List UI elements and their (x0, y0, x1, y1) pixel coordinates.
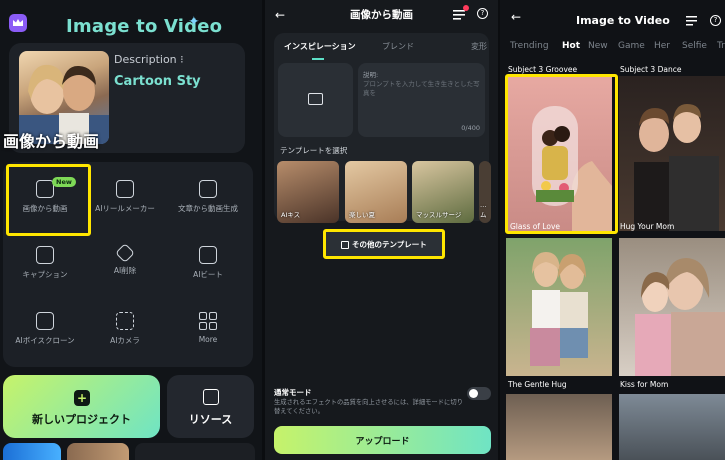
home-screen: Image to Video ✦ Description ⁝ Cartoon S… (0, 0, 262, 460)
resources-button[interactable]: リソース (167, 375, 254, 438)
template-icon (341, 241, 349, 249)
caption-icon (36, 246, 54, 264)
tool-text-to-video[interactable]: 文章から動画生成 (168, 180, 248, 214)
image-to-video-screen: ← 画像から動画 ? インスピレーション ブレンド 変形 説明: プロンプトを入… (265, 0, 498, 460)
eraser-icon (115, 243, 135, 263)
video-caption: The Gentle Hug (508, 380, 567, 389)
tool-voice-clone[interactable]: AIボイスクローン (5, 312, 85, 346)
more-grid-icon (199, 312, 217, 330)
tool-label: AIボイスクローン (15, 336, 75, 345)
char-counter: 0/400 (461, 124, 480, 132)
tool-label: AIカメラ (110, 336, 140, 345)
gallery-title: Image to Video (576, 14, 670, 27)
template-card[interactable]: …ム (479, 161, 491, 223)
tool-label: More (198, 335, 218, 344)
add-image-icon (308, 93, 323, 105)
category-her[interactable]: Her (654, 41, 670, 51)
templates-heading: テンプレートを選択 (280, 146, 348, 155)
text-to-video-icon (199, 180, 217, 198)
highlight-box (6, 164, 91, 236)
mode-toggle[interactable] (467, 387, 491, 400)
highlight-box (505, 74, 618, 234)
video-card[interactable] (619, 238, 725, 376)
new-project-button[interactable]: + 新しいプロジェクト (3, 375, 160, 438)
voice-clone-icon (36, 312, 54, 330)
sparkle-icon: ✦ (188, 14, 200, 30)
tool-reel-maker[interactable]: AIリールメーカー (85, 180, 165, 214)
template-label: 楽しい夏 (349, 211, 375, 219)
category-new[interactable]: New (588, 41, 608, 51)
upload-label: アップロード (355, 437, 410, 447)
video-card[interactable] (619, 394, 725, 460)
tool-ai-beat[interactable]: AIビート (168, 246, 248, 280)
tool-more[interactable]: More (168, 312, 248, 344)
reel-maker-icon (116, 180, 134, 198)
category-hot[interactable]: Hot (562, 41, 580, 51)
resources-icon (203, 389, 219, 405)
template-label: …ム (480, 201, 487, 219)
history-icon[interactable] (453, 9, 465, 20)
bottom-thumb[interactable] (135, 443, 255, 460)
mode-description: 生成されるエフェクトの品質を向上させるには、詳細モードに切り替えてください。 (274, 399, 463, 415)
tool-ai-erase[interactable]: AI削除 (85, 243, 165, 276)
prompt-input[interactable]: 説明: プロンプトを入力して生き生きとした写真を 0/400 (358, 63, 485, 137)
template-card[interactable]: マッスルサージ (412, 161, 474, 223)
toggle-knob (469, 389, 478, 398)
description-value: Cartoon Sty (114, 74, 201, 89)
resources-label: リソース (188, 413, 233, 426)
tool-label: AI削除 (113, 266, 137, 275)
tab-inspiration[interactable]: インスピレーション (284, 41, 356, 52)
history-icon[interactable] (686, 16, 697, 26)
category-trending[interactable]: Trending (510, 41, 549, 51)
templates-gallery-screen: ← Image to Video ? Trending Hot New Game… (500, 0, 725, 460)
help-icon[interactable]: ? (477, 8, 488, 19)
tool-label: AIリールメーカー (95, 204, 155, 213)
video-card[interactable] (506, 238, 612, 376)
bottom-thumb[interactable] (67, 443, 129, 460)
upload-button[interactable]: アップロード (274, 426, 491, 454)
tool-caption[interactable]: キャプション (5, 246, 85, 280)
video-caption: Hug Your Mom (620, 222, 675, 231)
video-caption: Glass of Love (510, 222, 560, 231)
mode-label: 通常モード (274, 388, 312, 397)
tool-label: AIビート (193, 270, 223, 279)
video-card[interactable] (506, 394, 612, 460)
overlay-heading: 画像から動画 (3, 132, 100, 151)
back-arrow-icon[interactable]: ← (511, 10, 521, 24)
bottom-thumb[interactable] (3, 443, 61, 460)
template-card[interactable]: 楽しい夏 (345, 161, 407, 223)
tool-label: キャプション (22, 270, 68, 279)
plus-icon: + (74, 390, 90, 406)
more-templates-button[interactable]: その他のテンプレート (323, 229, 445, 259)
new-project-label: 新しいプロジェクト (32, 413, 131, 426)
video-caption: Kiss for Mom (620, 380, 669, 389)
template-label: マッスルサージ (416, 211, 462, 219)
tab-blend[interactable]: ブレンド (382, 41, 414, 52)
prompt-placeholder: プロンプトを入力して生き生きとした写真を (363, 80, 480, 97)
beat-icon (199, 246, 217, 264)
category-more[interactable]: Tr (717, 41, 725, 51)
notification-dot (463, 5, 469, 11)
tab-transform[interactable]: 変形 (471, 41, 487, 52)
category-selfie[interactable]: Selfie (682, 41, 707, 51)
template-card[interactable]: AIキス (277, 161, 339, 223)
tool-ai-camera[interactable]: AIカメラ (85, 312, 165, 346)
tool-label: 文章から動画生成 (178, 204, 238, 213)
image-upload-box[interactable] (278, 63, 353, 137)
prompt-label: 説明: (363, 71, 379, 79)
help-icon[interactable]: ? (710, 15, 721, 26)
template-label: AIキス (281, 211, 301, 219)
category-game[interactable]: Game (618, 41, 645, 51)
camera-icon (116, 312, 134, 330)
video-card[interactable] (619, 76, 725, 231)
description-label: Description ⁝ (114, 53, 184, 66)
video-caption: Subject 3 Groovee (508, 65, 578, 74)
active-tab-indicator (312, 58, 324, 60)
more-templates-label: その他のテンプレート (352, 240, 427, 249)
video-caption: Subject 3 Dance (620, 65, 682, 74)
crown-icon[interactable] (9, 14, 27, 32)
